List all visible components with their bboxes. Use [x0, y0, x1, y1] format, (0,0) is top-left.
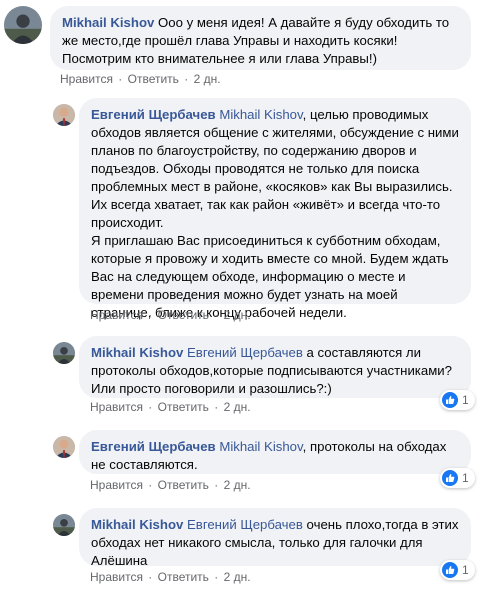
like-link[interactable]: Нравится [90, 478, 143, 492]
comment-bubble: Mikhail Kishov Евгений Щербачев очень пл… [79, 508, 471, 568]
reply-link[interactable]: Ответить [128, 72, 179, 86]
reaction-count[interactable]: 1 [440, 468, 475, 488]
separator-dot: · [210, 308, 222, 322]
comment-1: Mikhail Kishov Ооо у меня идея! А давайт… [0, 0, 494, 92]
separator-dot: · [210, 400, 222, 414]
comment-author[interactable]: Mikhail Kishov [62, 15, 154, 30]
avatar-photo [53, 342, 75, 364]
separator-dot: · [180, 72, 192, 86]
avatar-evgeny-shcherbachev[interactable] [53, 104, 75, 126]
like-thumb-icon [442, 392, 458, 408]
timestamp[interactable]: 2 дн. [194, 72, 221, 86]
reaction-count[interactable]: 1 [440, 560, 475, 580]
avatar-mikhail-kishov[interactable] [53, 342, 75, 364]
reaction-count-number: 1 [462, 393, 469, 407]
like-link[interactable]: Нравится [90, 308, 143, 322]
comment-author[interactable]: Mikhail Kishov [91, 345, 183, 360]
mention-link[interactable]: Mikhail Kishov [219, 107, 302, 122]
timestamp[interactable]: 2 дн. [224, 478, 251, 492]
comment-actions: Нравится · Ответить · 2 дн. [90, 400, 251, 414]
like-link[interactable]: Нравится [60, 72, 113, 86]
like-thumb-icon [442, 562, 458, 578]
reply-link[interactable]: Ответить [158, 478, 209, 492]
reply-link[interactable]: Ответить [158, 570, 209, 584]
mention-link[interactable]: Евгений Щербачев [187, 517, 303, 532]
separator-dot: · [210, 478, 222, 492]
reply-link[interactable]: Ответить [158, 400, 209, 414]
separator-dot: · [210, 570, 222, 584]
reply-3: Mikhail Kishov Евгений Щербачев а состав… [0, 334, 494, 424]
comment-text: , целью проводимых обходов является обще… [91, 107, 459, 230]
mention-link[interactable]: Евгений Щербачев [187, 345, 303, 360]
comment-bubble: Mikhail Kishov Евгений Щербачев а состав… [79, 336, 471, 398]
separator-dot: · [144, 478, 156, 492]
mention-link[interactable]: Mikhail Kishov [219, 439, 302, 454]
comment-author[interactable]: Евгений Щербачев [91, 107, 216, 122]
avatar-photo [53, 514, 75, 536]
like-thumb-icon [442, 470, 458, 486]
timestamp[interactable]: 2 дн. [224, 570, 251, 584]
timestamp[interactable]: 2 дн. [224, 400, 251, 414]
avatar-mikhail-kishov[interactable] [53, 514, 75, 536]
reply-4: Евгений Щербачев Mikhail Kishov, протоко… [0, 428, 494, 500]
reaction-count-number: 1 [462, 563, 469, 577]
like-link[interactable]: Нравится [90, 570, 143, 584]
separator-dot: · [144, 400, 156, 414]
separator-dot: · [144, 570, 156, 584]
reply-5: Mikhail Kishov Евгений Щербачев очень пл… [0, 506, 494, 591]
like-link[interactable]: Нравится [90, 400, 143, 414]
timestamp[interactable]: 2 дн. [224, 308, 251, 322]
comment-author[interactable]: Mikhail Kishov [91, 517, 183, 532]
avatar-photo [53, 104, 75, 126]
comment-actions: Нравится · Ответить · 2 дн. [60, 72, 221, 86]
reply-2: Евгений Щербачев Mikhail Kishov, целью п… [0, 96, 494, 328]
comment-actions: Нравится · Ответить · 2 дн. [90, 478, 251, 492]
comment-actions: Нравится · Ответить · 2 дн. [90, 570, 251, 584]
avatar-mikhail-kishov[interactable] [4, 6, 42, 44]
comment-bubble: Mikhail Kishov Ооо у меня идея! А давайт… [50, 6, 471, 70]
comment-bubble: Евгений Щербачев Mikhail Kishov, протоко… [79, 430, 471, 474]
reaction-count-number: 1 [462, 471, 469, 485]
avatar-evgeny-shcherbachev[interactable] [53, 436, 75, 458]
separator-dot: · [114, 72, 126, 86]
separator-dot: · [144, 308, 156, 322]
avatar-photo [53, 436, 75, 458]
comment-bubble: Евгений Щербачев Mikhail Kishov, целью п… [79, 98, 471, 320]
comment-author[interactable]: Евгений Щербачев [91, 439, 216, 454]
reaction-count[interactable]: 1 [440, 390, 475, 410]
avatar-photo [4, 6, 42, 44]
reply-link[interactable]: Ответить [158, 308, 209, 322]
comment-actions: Нравится · Ответить · 2 дн. [90, 308, 251, 322]
